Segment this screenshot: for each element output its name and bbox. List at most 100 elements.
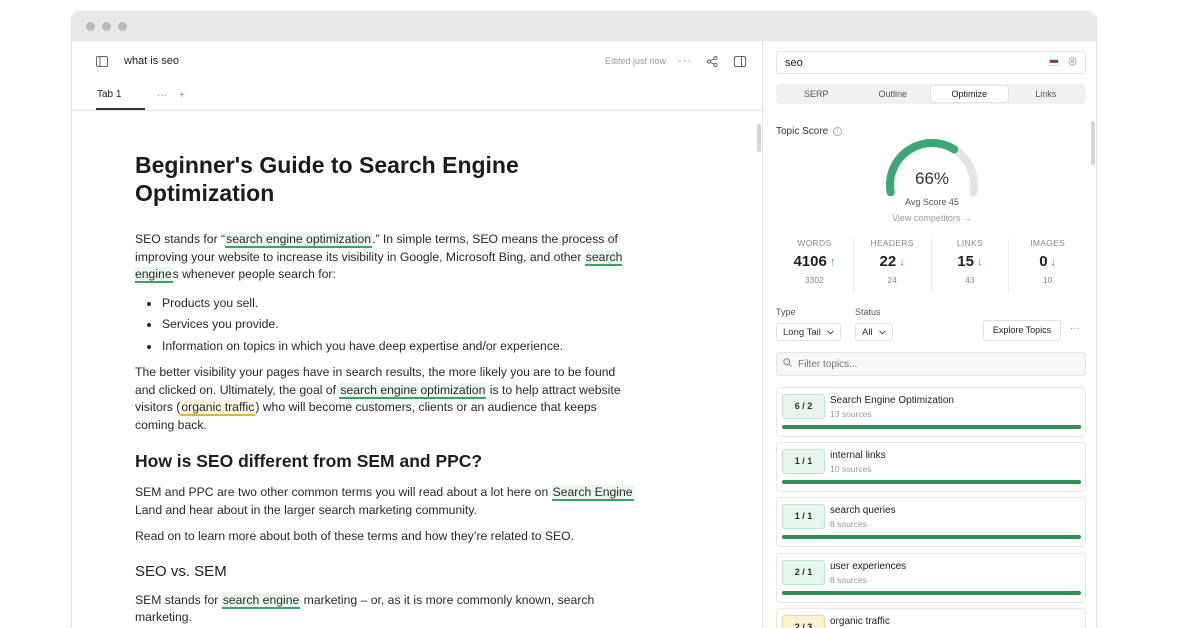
topic-name: user experiences [830, 561, 907, 572]
topic-count-badge: 2 / 3 [782, 615, 825, 628]
document-heading: Beginner's Guide to Search Engine Optimi… [135, 152, 519, 206]
view-competitors-link[interactable]: View competitors → [876, 213, 988, 223]
optimization-panel: seo SERP Outline Optimize Links Topic Sc… [764, 41, 1096, 628]
topic-count-badge: 2 / 1 [782, 560, 825, 585]
app-window: what is seo Edited just now ··· Tab 1 ··… [72, 12, 1096, 628]
keyword-highlight[interactable]: Search Engine [551, 485, 634, 501]
topic-sources: 13 sources [830, 409, 872, 419]
stat-target: 43 [965, 275, 975, 285]
window-titlebar [72, 12, 1096, 41]
tab-outline[interactable]: Outline [855, 86, 932, 102]
stat-links: LINKS 15 ↓ 43 [932, 238, 1010, 293]
document-tabs: Tab 1 ··· + [72, 81, 762, 111]
editor-pane: what is seo Edited just now ··· Tab 1 ··… [72, 41, 763, 628]
stat-value: 4106 ↑ [776, 253, 853, 270]
share-icon[interactable] [704, 53, 720, 69]
tab-1[interactable]: Tab 1 [96, 89, 145, 110]
topic-card[interactable]: 2 / 3 organic traffic [776, 608, 1086, 628]
paragraph: The better visibility your pages have in… [135, 364, 635, 434]
bullet-list: Products you sell. Services you provide.… [147, 293, 635, 358]
stat-target: 10 [1042, 275, 1053, 285]
editor-topbar: what is seo Edited just now ··· [72, 41, 762, 81]
stat-label: WORDS [797, 238, 832, 248]
topic-card[interactable]: 6 / 2 Search Engine Optimization 13 sour… [776, 387, 1086, 437]
stat-images: IMAGES 0 ↓ 10 [1009, 238, 1086, 293]
more-menu-icon[interactable]: ··· [678, 55, 692, 67]
tab-more-icon[interactable]: ··· [157, 90, 167, 110]
type-label: Type [776, 307, 796, 317]
window-dot[interactable] [102, 22, 111, 31]
arrow-down-icon: ↓ [1050, 255, 1057, 268]
more-options-icon[interactable]: ··· [1070, 323, 1080, 334]
stat-number: 15 [957, 253, 974, 270]
paragraph: Read on to learn more about both of thes… [135, 529, 575, 543]
content-stats: WORDS 4106 ↑ 3302 HEADERS 22 ↓ 24 LINKS 15… [776, 238, 1086, 293]
topic-name: organic traffic [830, 616, 890, 627]
text: SEM and PPC are two other common terms y… [135, 485, 552, 499]
window-dot[interactable] [118, 22, 127, 31]
topic-count-badge: 1 / 1 [782, 504, 825, 529]
paragraph: SEO stands for “search engine optimizati… [135, 231, 635, 284]
document-title[interactable]: what is seo [124, 55, 179, 67]
topic-name: Search Engine Optimization [830, 395, 954, 406]
filter-placeholder: Filter topics... [798, 358, 858, 370]
add-tab-button[interactable]: + [179, 90, 185, 110]
sidebar-toggle-icon[interactable] [94, 53, 110, 69]
topic-card[interactable]: 1 / 1 search queries 8 sources [776, 497, 1086, 547]
topic-card[interactable]: 2 / 1 user experiences 8 sources [776, 553, 1086, 603]
arrow-up-icon: ↑ [829, 255, 836, 268]
info-icon[interactable]: i [833, 127, 843, 136]
stat-label: LINKS [956, 238, 983, 248]
status-value: All [862, 326, 873, 338]
panel-toggle-icon[interactable] [732, 53, 748, 69]
keyword-highlight[interactable]: search engine optimization [225, 232, 373, 248]
topic-name: search queries [830, 505, 896, 516]
type-value: Long Tail [783, 326, 821, 338]
topic-progress-bar [782, 425, 1081, 429]
topic-sources: 8 sources [830, 575, 867, 585]
search-icon [783, 358, 792, 370]
topic-progress-bar [782, 591, 1081, 595]
keyword-highlight[interactable]: search engine [221, 592, 301, 609]
paragraph: SEM and PPC are two other common terms y… [135, 484, 635, 519]
tab-links[interactable]: Links [1008, 86, 1085, 102]
stat-headers: HEADERS 22 ↓ 24 [854, 238, 932, 293]
stat-number: 0 [1039, 253, 1048, 270]
editor-scrollbar[interactable] [757, 124, 761, 152]
topic-progress-bar [782, 480, 1081, 484]
panel-scrollbar[interactable] [1091, 121, 1095, 165]
document-content[interactable]: Beginner's Guide to Search Engine Optimi… [135, 151, 635, 628]
type-dropdown[interactable]: Long Tail [776, 323, 841, 341]
status-label: Status [855, 307, 881, 317]
stat-label: HEADERS [870, 238, 914, 248]
list-item: Services you provide. [147, 314, 635, 336]
topic-sources: 10 sources [830, 464, 872, 474]
explore-topics-button[interactable]: Explore Topics [983, 320, 1061, 341]
stat-value: 15 ↓ [932, 253, 1009, 270]
filter-topics-input[interactable]: Filter topics... [776, 352, 1086, 376]
topic-name: internal links [830, 450, 886, 461]
score-value: 66% [914, 169, 950, 188]
stat-target: 24 [887, 275, 897, 285]
text: SEM stands for [135, 592, 222, 607]
topic-count-badge: 6 / 2 [782, 394, 825, 419]
status-dropdown[interactable]: All [855, 323, 893, 341]
tab-serp[interactable]: SERP [778, 86, 855, 102]
list-item: Products you sell. [147, 293, 635, 315]
stat-target: 3302 [804, 275, 824, 285]
paragraph: SEM stands for search engine marketing –… [135, 592, 635, 627]
window-dot[interactable] [86, 22, 95, 31]
keyword-highlight[interactable]: search engine optimization [339, 382, 487, 399]
topic-card[interactable]: 1 / 1 internal links 10 sources [776, 442, 1086, 492]
stat-label: IMAGES [1030, 238, 1066, 248]
text: s whenever people search for: [172, 267, 336, 281]
settings-icon[interactable] [1068, 56, 1077, 69]
panel-tabs: SERP Outline Optimize Links [776, 84, 1086, 104]
tab-optimize[interactable]: Optimize [931, 86, 1008, 102]
us-flag-icon[interactable] [1049, 59, 1059, 66]
keyword-highlight[interactable]: organic traffic [180, 400, 256, 416]
section-heading: How is SEO different from SEM and PPC? [135, 451, 483, 471]
arrow-down-icon: ↓ [976, 255, 983, 268]
edited-status: Edited just now [604, 56, 666, 66]
query-input[interactable]: seo [776, 51, 1086, 74]
